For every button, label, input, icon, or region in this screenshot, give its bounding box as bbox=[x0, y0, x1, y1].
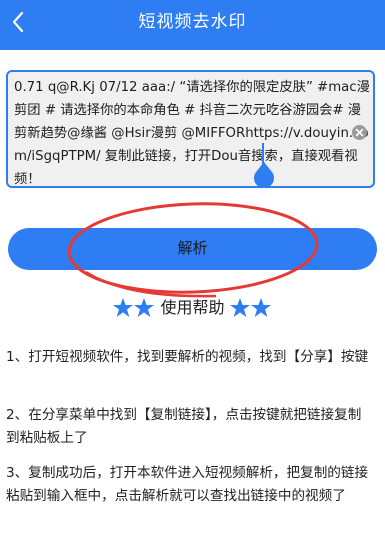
app-header: 短视频去水印 bbox=[0, 0, 385, 50]
link-input[interactable]: 0.71 q@R.Kj 07/12 aaa:/ “请选择你的限定皮肤” #mac… bbox=[6, 70, 375, 188]
help-title: 使用帮助 bbox=[160, 298, 225, 317]
link-input-text[interactable]: 0.71 q@R.Kj 07/12 aaa:/ “请选择你的限定皮肤” #mac… bbox=[14, 76, 370, 191]
parse-button[interactable]: 解析 bbox=[8, 228, 377, 270]
cursor-handle[interactable] bbox=[253, 162, 275, 188]
help-step-3: 3、复制成功后，打开本软件进入短视频解析，把复制的链接粘贴到输入框中，点击解析就… bbox=[6, 465, 369, 504]
help-heading: 使用帮助 bbox=[0, 296, 385, 320]
help-step-2: 2、在分享菜单中找到【复制链接】，点击按键就把链接复制到粘贴板上了 bbox=[6, 407, 362, 446]
clear-circle-icon bbox=[355, 128, 364, 137]
page-title: 短视频去水印 bbox=[138, 12, 247, 32]
clear-button[interactable] bbox=[352, 125, 367, 140]
drop-handle-icon bbox=[254, 162, 274, 188]
star-icon bbox=[229, 298, 271, 317]
star-icon bbox=[113, 298, 155, 317]
help-step-1: 1、打开短视频软件，找到要解析的视频，找到【分享】按键 bbox=[6, 349, 369, 365]
parse-button-label: 解析 bbox=[177, 240, 208, 257]
